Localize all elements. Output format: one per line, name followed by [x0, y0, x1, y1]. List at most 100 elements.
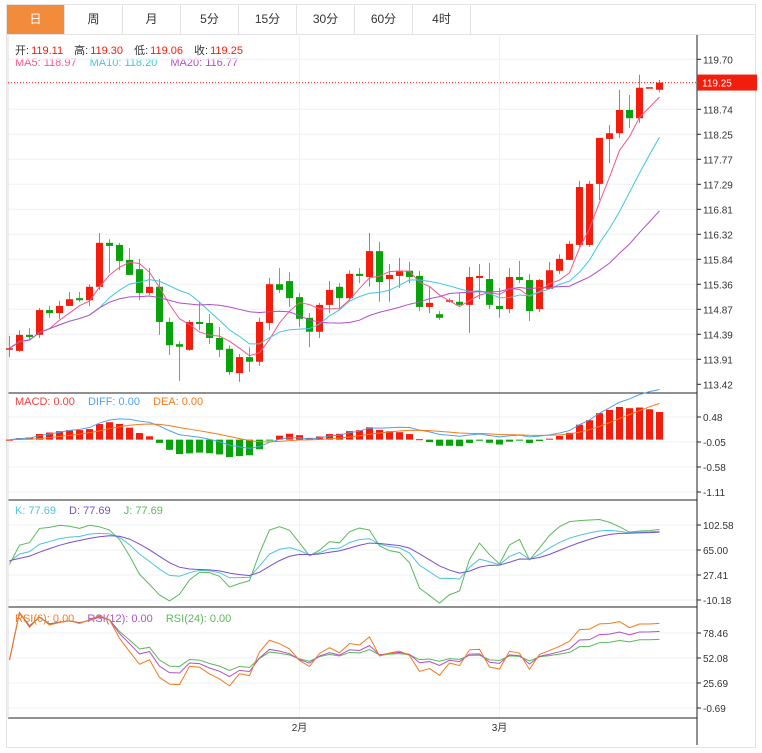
macd-bar — [536, 439, 543, 442]
current-price-label: 119.25 — [702, 79, 732, 90]
macd-bar — [126, 427, 133, 440]
rsi-axis-label: 25.69 — [703, 679, 728, 690]
candle-up — [606, 133, 613, 139]
macd-bar — [436, 439, 443, 446]
rsi6-line — [9, 611, 660, 687]
candle-up — [506, 276, 513, 310]
macd-bar — [196, 439, 203, 453]
macd-bar — [446, 439, 453, 446]
macd-bar — [656, 411, 663, 440]
macd-bar — [466, 439, 473, 443]
candle-up — [146, 286, 153, 293]
candle-down — [336, 286, 343, 299]
candle-down — [106, 242, 113, 246]
macd-axis-label: -1.11 — [703, 488, 725, 499]
candle-up — [426, 302, 433, 307]
macd-bar — [106, 422, 113, 440]
candle-up — [596, 137, 603, 184]
macd-bar — [86, 429, 93, 440]
candle-up — [556, 258, 563, 271]
price-axis-label: 116.32 — [703, 230, 733, 241]
price-axis-label: 113.42 — [703, 380, 733, 391]
macd-bar — [476, 439, 483, 441]
candle-down — [456, 301, 463, 305]
price-axis-label: 117.77 — [703, 155, 733, 166]
macd-bar — [396, 432, 403, 440]
rsi24-line — [9, 611, 660, 671]
candle-down — [276, 284, 283, 290]
d-line — [9, 531, 660, 577]
price-axis-label: 118.25 — [703, 130, 733, 141]
macd-bar — [426, 439, 433, 443]
candle-up — [96, 242, 103, 287]
macd-bar — [606, 409, 613, 440]
price-axis-label: 116.81 — [703, 205, 733, 216]
macd-bar — [236, 439, 243, 457]
macd-bar — [156, 439, 163, 443]
candle-down — [226, 348, 233, 373]
candle-down — [176, 344, 183, 347]
candle-up — [476, 275, 483, 278]
price-axis-label: 113.91 — [703, 355, 733, 366]
ma5-line — [9, 96, 660, 357]
macd-bar — [556, 435, 563, 440]
candle-down — [436, 314, 443, 318]
macd-bar — [416, 439, 423, 441]
candle-down — [116, 244, 123, 261]
macd-bar — [186, 439, 193, 454]
candle-up — [566, 243, 573, 260]
candle-up — [656, 82, 663, 90]
candle-down — [286, 281, 293, 299]
macd-bar — [456, 439, 463, 447]
candle-up — [536, 280, 543, 310]
x-axis-label: 2月 — [292, 722, 308, 734]
k-line — [9, 529, 660, 580]
macd-bar — [146, 436, 153, 440]
x-axis-label: 3月 — [492, 722, 508, 734]
price-axis-label: 119.70 — [703, 55, 733, 66]
candle-up — [346, 273, 353, 299]
macd-bar — [286, 433, 293, 440]
candle-down — [246, 357, 253, 362]
candle-down — [496, 305, 503, 310]
macd-bar — [206, 439, 213, 454]
macd-bar — [176, 439, 183, 455]
rsi-axis-label: 78.46 — [703, 629, 728, 640]
candle-down — [356, 273, 363, 276]
macd-bar — [406, 434, 413, 440]
candle-down — [516, 276, 523, 281]
candle-up — [576, 186, 583, 245]
rsi-axis-label: 52.08 — [703, 654, 728, 665]
macd-bar — [496, 439, 503, 445]
kline-chart[interactable]: 119.70 118.74 118.25 117.77 117.29 116.81 116.… — [0, 0, 762, 753]
macd-bar — [626, 408, 633, 440]
price-axis-label: 115.36 — [703, 280, 733, 291]
candle-down — [26, 334, 33, 337]
macd-bar — [636, 407, 643, 440]
candle-down — [216, 337, 223, 350]
candle-up — [66, 299, 73, 306]
j-line — [9, 518, 660, 604]
kdj-axis-label: 65.00 — [703, 546, 728, 557]
candle-down — [376, 251, 383, 283]
price-axis-label: 115.84 — [703, 255, 733, 266]
candle-up — [586, 183, 593, 245]
macd-axis-label: -0.05 — [703, 438, 726, 449]
macd-axis-label: 0.48 — [703, 413, 723, 424]
candle-down — [76, 298, 83, 301]
macd-bar — [486, 439, 493, 443]
macd-bar — [516, 439, 523, 441]
price-axis-label: 118.74 — [703, 105, 733, 116]
ma10-line — [9, 136, 660, 349]
candle-up — [326, 289, 333, 305]
macd-bar — [616, 406, 623, 440]
candle-down — [136, 269, 143, 293]
candle-up — [266, 284, 273, 323]
rsi-axis-label: -0.69 — [703, 704, 726, 715]
macd-bar — [136, 433, 143, 440]
candle-down — [196, 321, 203, 325]
price-axis-label: 117.29 — [703, 180, 733, 191]
candle-up — [616, 109, 623, 134]
candle-up — [636, 87, 643, 119]
macd-bar — [266, 439, 273, 441]
